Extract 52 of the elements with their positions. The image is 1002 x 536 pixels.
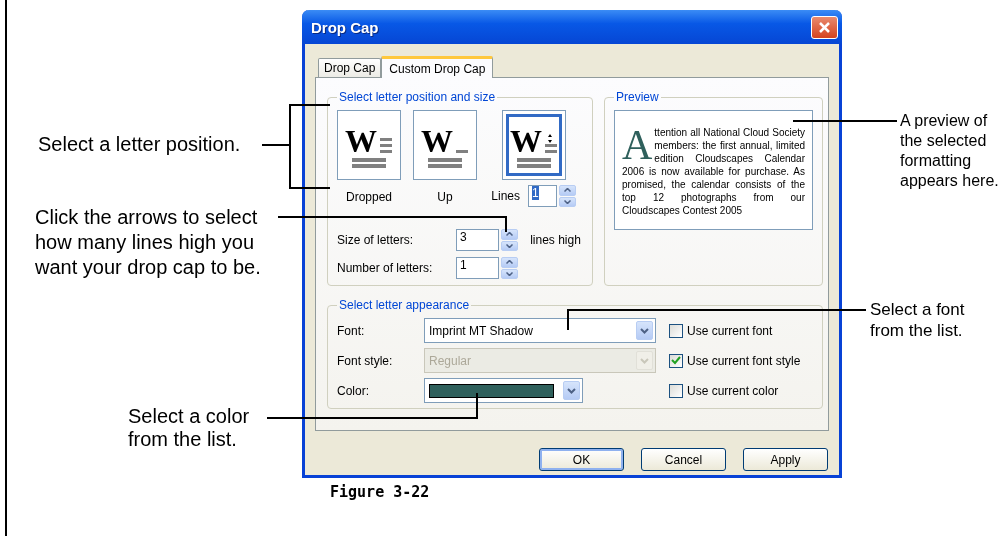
field-label: Font style: xyxy=(337,353,394,368)
arrow-down-icon xyxy=(506,271,513,276)
window-title: Drop Cap xyxy=(311,18,379,36)
unit-label: lines high xyxy=(530,233,582,247)
dialog-button[interactable]: Apply xyxy=(743,448,828,471)
color-dropdown[interactable] xyxy=(424,378,583,403)
callout-text: A preview of the selected formatting appears here. xyxy=(900,111,999,191)
checkbox-label: Use current color xyxy=(687,383,779,398)
tab[interactable]: Custom Drop Cap xyxy=(381,56,494,78)
spin-down-button[interactable] xyxy=(501,240,518,251)
chevron-down-icon xyxy=(567,387,576,394)
tab[interactable]: Drop Cap xyxy=(318,58,382,77)
arrow-up-icon xyxy=(506,260,513,265)
spin-down-button[interactable] xyxy=(501,268,518,279)
group-legend: Preview xyxy=(614,90,661,104)
position-option[interactable]: W xyxy=(337,110,401,180)
option-label: Lines xyxy=(491,189,520,203)
arrow-down-icon xyxy=(506,243,513,248)
arrow-up-icon xyxy=(506,232,513,237)
number-field[interactable]: 1 xyxy=(456,257,499,279)
spin-down-button[interactable] xyxy=(559,196,576,207)
spin-up-button[interactable] xyxy=(501,229,518,240)
group-legend: Select letter position and size xyxy=(337,90,498,104)
dropdown[interactable]: Imprint MT Shadow xyxy=(424,318,656,343)
dialog-button[interactable]: OK xyxy=(539,448,624,471)
group-legend: Select letter appearance xyxy=(337,298,472,312)
field-label: Color: xyxy=(337,383,370,398)
checkbox[interactable] xyxy=(669,383,683,398)
field-label: Font: xyxy=(337,323,366,338)
callout-text: Select a letter position. xyxy=(38,132,241,157)
position-option[interactable]: W xyxy=(413,110,477,180)
figure-caption: Figure 3-22 xyxy=(330,483,430,501)
callout-text: Select a font from the list. xyxy=(870,299,965,341)
field-label: Number of letters: xyxy=(337,261,434,275)
callout-text: Select a color from the list. xyxy=(128,405,250,451)
checkbox-label: Use current font xyxy=(687,323,773,338)
chevron-down-icon xyxy=(640,357,649,364)
close-icon xyxy=(818,20,831,34)
checkbox[interactable] xyxy=(669,323,683,338)
option-label: Up xyxy=(437,190,453,204)
arrow-up-icon xyxy=(564,188,571,193)
lines-field[interactable]: 1 xyxy=(528,185,557,207)
field-label: Size of letters: xyxy=(337,233,415,247)
number-field[interactable]: 3 xyxy=(456,229,499,251)
position-option[interactable]: W xyxy=(502,110,566,180)
arrow-down-icon xyxy=(564,199,571,204)
dialog-button[interactable]: Cancel xyxy=(641,448,726,471)
callout-text: Click the arrows to select how many lines high you want your drop cap to be. xyxy=(35,205,261,280)
option-label: Dropped xyxy=(346,190,392,204)
checkbox-label: Use current font style xyxy=(687,353,801,368)
chevron-down-icon xyxy=(640,327,649,334)
close-button[interactable] xyxy=(811,15,838,39)
